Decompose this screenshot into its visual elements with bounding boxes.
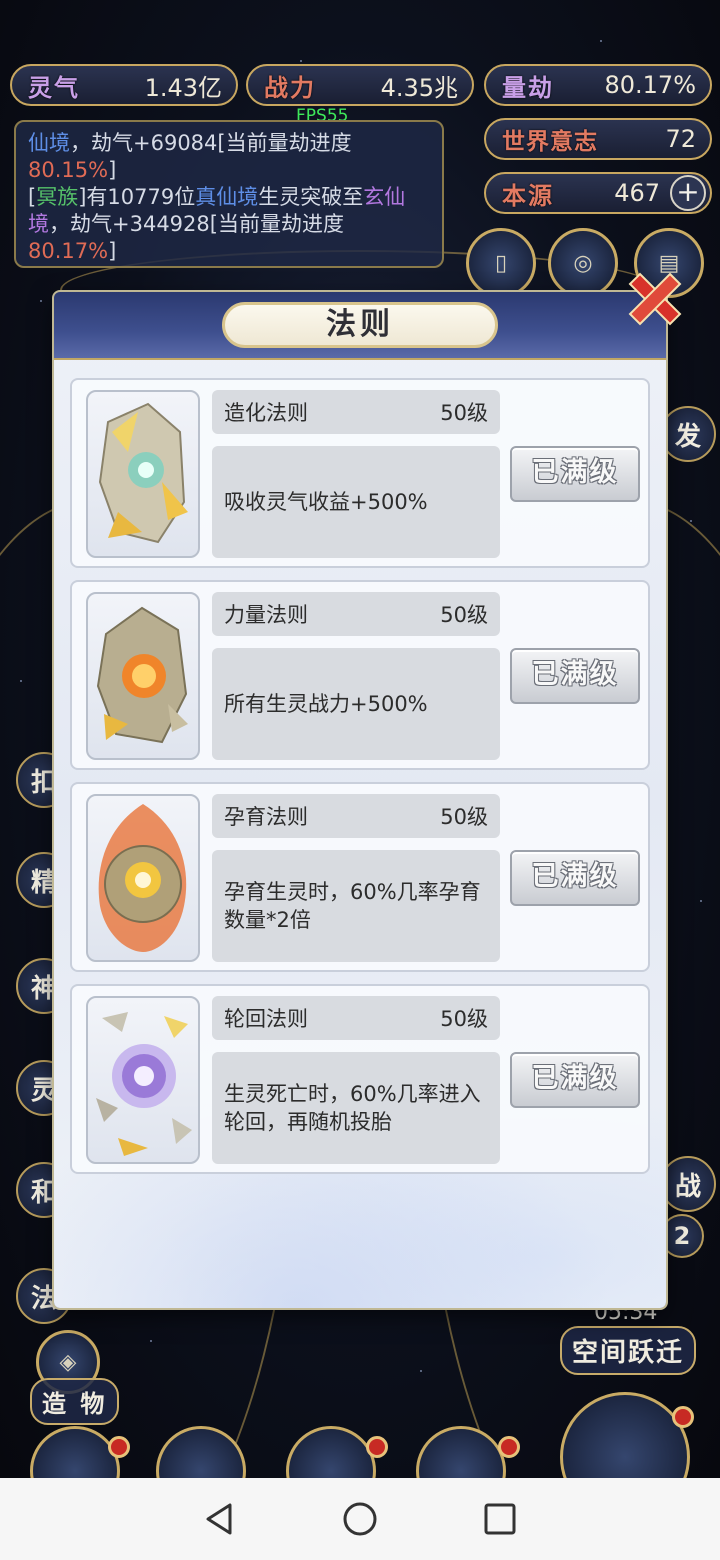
star [300,60,302,62]
stat-value: 72 [665,125,696,153]
log-text: ]有10779位 [78,185,196,209]
log-race: 冥族 [36,185,79,209]
max-level-button[interactable]: 已满级 [510,1052,640,1108]
stat-zhanli: 战力 4.35兆 [246,64,474,106]
max-level-button[interactable]: 已满级 [510,446,640,502]
notification-dot [366,1436,388,1458]
card-icon-button[interactable]: ▯ [466,228,536,298]
log-text: ，劫气+69084[当前量劫进度 [70,131,352,155]
stat-shijie: 世界意志 72 [484,118,712,160]
power-rock-icon [96,606,188,744]
dialog-title: 法则 [222,302,498,348]
home-button[interactable] [338,1497,382,1541]
stat-label: 本源 [502,181,554,210]
law-image [86,390,200,558]
law-description: 吸收灵气收益+500% [212,446,500,558]
close-dialog-button[interactable] [622,268,688,334]
log-line: 80.17%] [28,238,430,265]
log-text: ] [108,158,117,182]
event-log: 仙境，劫气+69084[当前量劫进度 80.15%] [冥族]有10779位真仙… [14,120,444,268]
notification-dot [672,1406,694,1428]
add-benyuan-button[interactable]: + [670,175,706,211]
log-line: [冥族]有10779位真仙境生灵突破至玄仙境，劫气+344928[当前量劫进度 [28,184,430,238]
recents-icon [484,1503,516,1535]
stat-value: 4.35兆 [380,73,458,102]
stat-value: 1.43亿 [144,73,222,102]
law-card-lunhui: 轮回法则 50级 生灵死亡时，60%几率进入轮回，再随机投胎 已满级 [70,984,650,1174]
back-button[interactable] [198,1497,242,1541]
log-text: ] [108,239,117,263]
stat-lingqi: 灵气 1.43亿 [10,64,238,106]
stat-liangjie: 量劫 80.17% [484,64,712,106]
recents-button[interactable] [478,1497,522,1541]
star [420,1370,422,1372]
notification-dot [108,1436,130,1458]
side-badge-two: 2 [660,1214,704,1258]
close-icon [628,272,682,326]
law-name: 力量法则 [224,603,308,627]
log-progress: 80.17% [28,239,109,263]
create-button[interactable]: 造 物 [30,1378,120,1425]
home-icon [343,1502,377,1536]
law-image [86,996,200,1164]
space-jump-button[interactable]: 空间跃迁 [560,1326,697,1375]
law-level: 50级 [440,1007,488,1031]
laws-dialog: 法则 造化法则 50级 吸收灵气收益+500% 已满级 力量法则 50级 所有生… [54,292,666,1308]
law-name: 轮回法则 [224,1007,308,1031]
star [40,300,42,302]
law-level: 50级 [440,401,488,425]
law-name: 孕育法则 [224,805,308,829]
max-level-button[interactable]: 已满级 [510,850,640,906]
reincarnation-vortex-icon [96,1012,192,1156]
side-button-zhan[interactable]: 战 [660,1156,716,1212]
stat-value: 467 [614,179,660,207]
log-text: ，劫气+344928[当前量劫进度 [49,212,344,236]
law-name: 造化法则 [224,401,308,425]
log-line: 仙境，劫气+69084[当前量劫进度 [28,130,430,157]
stat-label: 战力 [264,73,316,102]
back-icon [206,1503,232,1535]
law-image [86,592,200,760]
system-navigation-bar [0,1478,720,1560]
law-card-zaohua: 造化法则 50级 吸收灵气收益+500% 已满级 [70,378,650,568]
stat-label: 灵气 [28,73,80,102]
creation-rock-icon [98,402,188,544]
notification-dot [498,1436,520,1458]
log-text: [ [28,185,37,209]
log-realm: 仙境 [28,131,70,155]
law-description: 所有生灵战力+500% [212,648,500,760]
law-card-liliang: 力量法则 50级 所有生灵战力+500% 已满级 [70,580,650,770]
law-level: 50级 [440,805,488,829]
stat-benyuan: 本源 467 + [484,172,712,214]
law-description: 孕育生灵时，60%几率孕育数量*2倍 [212,850,500,962]
law-name-bar: 孕育法则 50级 [212,794,500,838]
star [690,520,692,522]
max-level-button[interactable]: 已满级 [510,648,640,704]
law-level: 50级 [440,603,488,627]
law-card-yunyu: 孕育法则 50级 孕育生灵时，60%几率孕育数量*2倍 已满级 [70,782,650,972]
law-name-bar: 轮回法则 50级 [212,996,500,1040]
portal-icon-button[interactable]: ◎ [548,228,618,298]
law-name-bar: 力量法则 50级 [212,592,500,636]
nurture-flame-icon [98,804,187,952]
log-progress: 80.15% [28,158,109,182]
law-description: 生灵死亡时，60%几率进入轮回，再随机投胎 [212,1052,500,1164]
log-realm: 真仙境 [195,185,259,209]
stat-label: 世界意志 [502,129,598,155]
stat-value: 80.17% [604,71,696,99]
law-image [86,794,200,962]
log-text: 生灵突破至 [258,185,364,209]
side-button-fa[interactable]: 发 [660,406,716,462]
log-line: 80.15%] [28,157,430,184]
law-name-bar: 造化法则 50级 [212,390,500,434]
star [600,40,602,42]
stat-label: 量劫 [502,73,554,102]
